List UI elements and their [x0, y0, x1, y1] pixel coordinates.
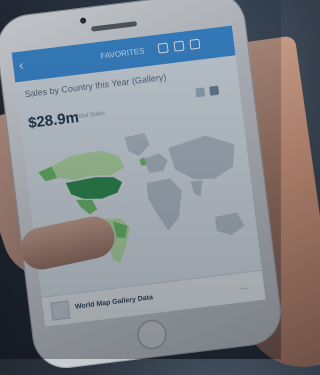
- region-europe: [143, 153, 168, 173]
- region-africa: [146, 178, 182, 231]
- total-value: $28.9m: [27, 108, 80, 133]
- dashboard-thumbnail[interactable]: [50, 300, 71, 321]
- region-mexico: [75, 199, 98, 215]
- map-view-icon[interactable]: [209, 85, 220, 96]
- comment-icon[interactable]: [189, 38, 201, 50]
- region-canada: [51, 150, 125, 180]
- more-icon[interactable]: ...: [239, 281, 249, 294]
- home-button[interactable]: [135, 317, 169, 352]
- region-india: [190, 180, 203, 197]
- star-icon[interactable]: [157, 42, 169, 54]
- earpiece-speaker: [90, 21, 138, 32]
- front-camera: [79, 17, 87, 24]
- share-icon[interactable]: [173, 40, 185, 52]
- bar-view-icon[interactable]: [195, 87, 206, 98]
- phone: ‹ FAVORITES Sales by Country this Year (…: [0, 0, 285, 372]
- footer-label[interactable]: World Map Gallery Data: [75, 294, 154, 313]
- region-greenland: [124, 133, 150, 156]
- region-uk: [139, 157, 147, 166]
- region-asia: [168, 135, 235, 180]
- chevron-left-icon[interactable]: ‹: [18, 57, 34, 72]
- phone-screen: ‹ FAVORITES Sales by Country this Year (…: [11, 25, 266, 327]
- region-australia: [215, 212, 245, 236]
- total-value-label: Total Sales: [75, 110, 106, 121]
